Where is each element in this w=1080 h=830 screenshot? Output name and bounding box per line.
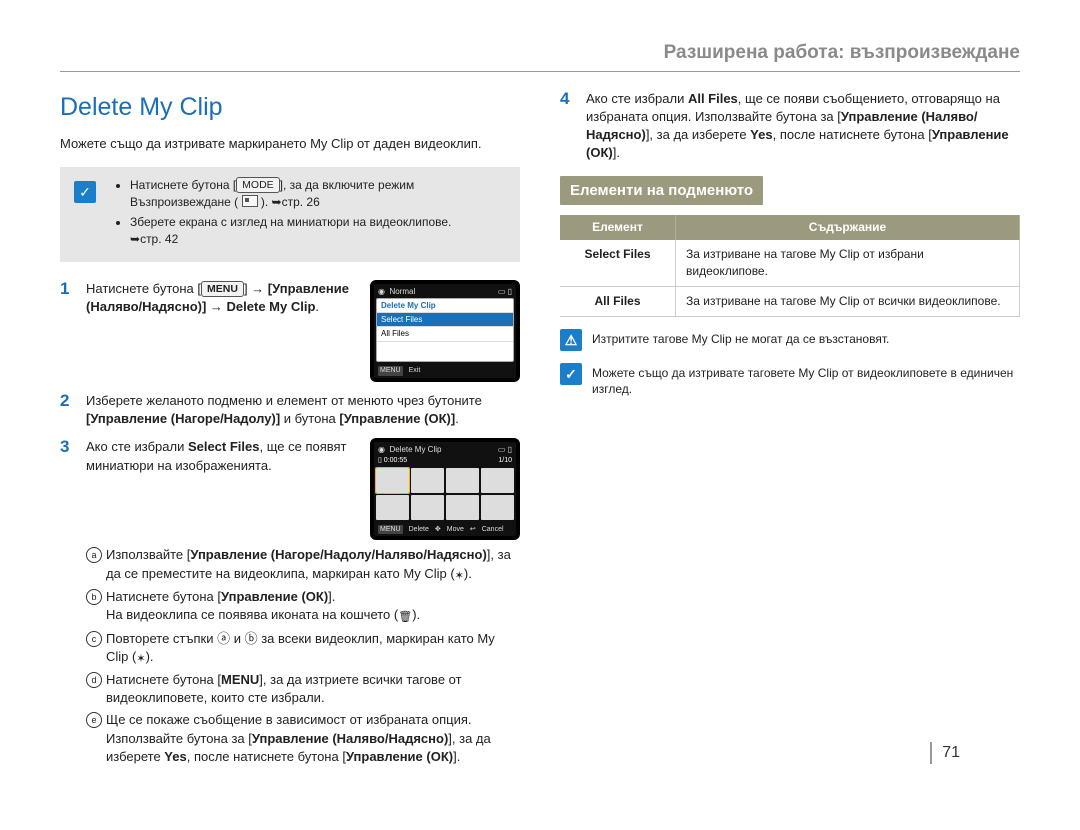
- playback-icon: [242, 195, 258, 207]
- note-box: ✓ Натиснете бутона [MODE], за да включит…: [60, 167, 520, 262]
- page-title: Delete My Clip: [60, 90, 520, 125]
- table-header: Елемент: [560, 215, 676, 240]
- lcd-row: All Files: [377, 327, 513, 341]
- menu-key: MENU: [201, 281, 244, 297]
- checkbox-icon: ✓: [560, 363, 582, 385]
- lcd-screenshot-menu: ◉ Normal▭ ▯ Delete My Clip Select Files …: [370, 280, 520, 382]
- section-subhead: Елементи на подменюто: [560, 176, 763, 205]
- page-number: 71: [930, 742, 960, 764]
- table-row: All Files За изтриване на тагове My Clip…: [560, 286, 1020, 316]
- warning-icon: ⚠: [560, 329, 582, 351]
- info-note: ✓ Можете също да изтривате таговете My C…: [560, 363, 1020, 399]
- substep: bНатиснете бутона [Управление (ОК)].На в…: [86, 588, 520, 626]
- circled-letter-icon: b: [86, 589, 102, 605]
- breadcrumb: Разширена работа: възпроизвеждане: [60, 40, 1020, 67]
- submenu-table: Елемент Съдържание Select Files За изтри…: [560, 215, 1020, 316]
- arrow-icon: ➥: [130, 232, 140, 246]
- lcd-row-selected: Select Files: [377, 313, 513, 327]
- substep: dНатиснете бутона [MENU], за да изтриете…: [86, 671, 520, 707]
- circled-letter-icon: e: [86, 712, 102, 728]
- checkbox-icon: ✓: [74, 181, 96, 203]
- intro-text: Можете също да изтривате маркирането My …: [60, 135, 520, 153]
- step-text: Ако сте избрали Select Files, ще се появ…: [86, 438, 358, 540]
- note-item: Зберете екрана с изглед на миниатюри на …: [130, 214, 506, 248]
- step-number: 2: [60, 392, 78, 428]
- substep: eЩе се покаже съобщение в зависимост от …: [86, 711, 520, 766]
- table-header: Съдържание: [676, 215, 1020, 240]
- substep: cПовторете стъпки ⓐ и ⓑ за всеки видеокл…: [86, 630, 520, 668]
- step-number: 1: [60, 280, 78, 382]
- lcd-row: Delete My Clip: [377, 299, 513, 313]
- table-row: Select Files За изтриване на тагове My C…: [560, 240, 1020, 286]
- myclip-star-icon: ✶: [136, 652, 145, 667]
- substep: aИзползвайте [Управление (Нагоре/Надолу/…: [86, 546, 520, 584]
- divider: [60, 71, 1020, 72]
- arrow-icon: ➥: [272, 195, 282, 209]
- note-item: Натиснете бутона [MODE], за да включите …: [130, 177, 506, 211]
- warning-note: ⚠ Изтритите тагове My Clip не могат да с…: [560, 329, 1020, 351]
- step-text: Натиснете бутона [MENU] → [Управление (Н…: [86, 280, 358, 382]
- mode-key: MODE: [236, 177, 280, 193]
- circled-letter-icon: a: [86, 547, 102, 563]
- step-text: Ако сте избрали All Files, ще се появи с…: [586, 90, 1020, 163]
- step-number: 3: [60, 438, 78, 770]
- myclip-star-icon: ✶: [455, 569, 464, 584]
- step-text: Изберете желаното подменю и елемент от м…: [86, 392, 520, 428]
- circled-letter-icon: c: [86, 631, 102, 647]
- trash-icon: 🗑: [398, 610, 412, 625]
- circled-letter-icon: d: [86, 672, 102, 688]
- step-number: 4: [560, 90, 578, 163]
- lcd-screenshot-thumbs: ◉ Delete My Clip▭ ▯ ▯ 0:00:55 1/10 MENUD…: [370, 438, 520, 540]
